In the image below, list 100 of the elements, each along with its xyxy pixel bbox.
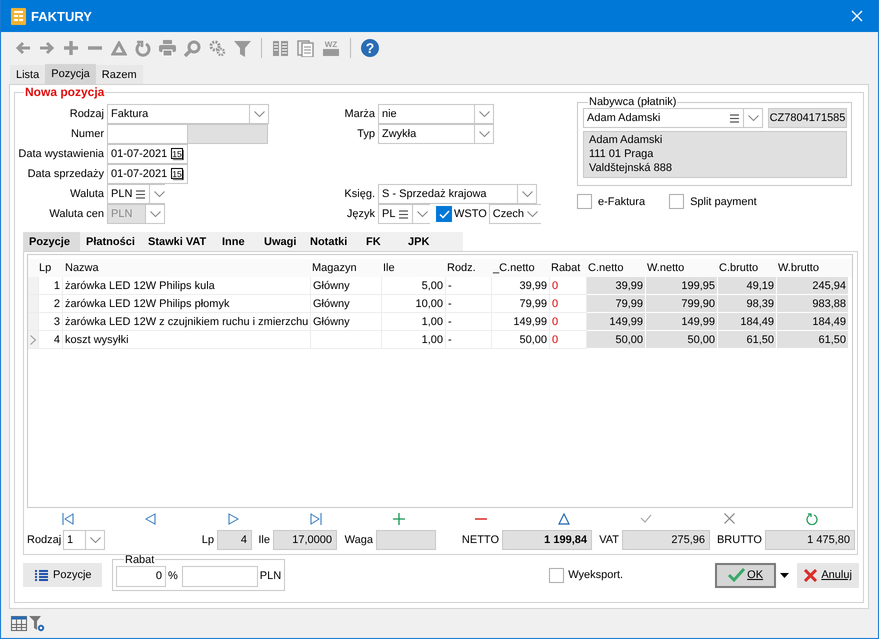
- ok-button[interactable]: OK: [715, 562, 776, 588]
- document-icon[interactable]: [297, 40, 314, 56]
- tab[interactable]: Płatności: [80, 232, 142, 251]
- table-cell: -: [446, 313, 492, 331]
- table-cell: żarówka LED 12W Philips kula: [63, 277, 311, 295]
- column-header[interactable]: _C.netto: [492, 259, 550, 277]
- tax-id-field: CZ7804171585: [768, 108, 847, 128]
- columns-document-icon[interactable]: [272, 40, 289, 56]
- column-header[interactable]: C.brutto: [718, 259, 777, 277]
- date-field[interactable]: 01-07-2021 15: [107, 164, 188, 184]
- previous-icon[interactable]: [145, 512, 156, 524]
- tab[interactable]: Inne: [216, 232, 258, 251]
- column-header[interactable]: Rodz.: [446, 259, 492, 277]
- list-icon[interactable]: [136, 190, 146, 198]
- list-icon[interactable]: [399, 210, 408, 218]
- table-cell: 149,99: [492, 313, 550, 331]
- table-icon[interactable]: [11, 616, 27, 631]
- number-field[interactable]: [107, 124, 188, 144]
- filter-icon[interactable]: [234, 40, 251, 56]
- calendar-icon[interactable]: 15: [171, 148, 184, 160]
- combo-box[interactable]: S - Sprzedaż krajowa: [378, 184, 537, 204]
- table-cell: 61,50: [718, 331, 777, 349]
- refresh-icon[interactable]: [806, 512, 818, 524]
- column-header[interactable]: Magazyn: [311, 259, 382, 277]
- triangle-icon[interactable]: [558, 512, 570, 524]
- table-cell: 1: [39, 277, 63, 295]
- lookup-field[interactable]: Adam Adamski: [583, 108, 763, 128]
- tab[interactable]: JPK: [402, 232, 463, 251]
- field-label: Marża: [343, 108, 375, 120]
- window-title: FAKTURY: [31, 8, 92, 24]
- checkbox[interactable]: [436, 206, 452, 222]
- tab[interactable]: FK: [360, 232, 402, 251]
- calendar-icon[interactable]: 15: [171, 168, 184, 180]
- lookup-field[interactable]: PLN: [107, 184, 165, 204]
- table-cell: 1,00: [382, 331, 446, 349]
- back-arrow-icon[interactable]: [15, 41, 31, 55]
- column-header[interactable]: Lp: [39, 259, 63, 277]
- tab[interactable]: Pozycje: [23, 232, 80, 251]
- lookup-field[interactable]: PL: [378, 204, 430, 224]
- first-record-icon[interactable]: [62, 512, 74, 524]
- unit-label: %: [168, 570, 178, 582]
- column-header[interactable]: Rabat: [550, 259, 587, 277]
- zoom-icon[interactable]: [184, 40, 201, 56]
- checkbox[interactable]: [577, 194, 592, 209]
- readonly-field: [376, 530, 436, 550]
- filter-settings-icon[interactable]: [29, 616, 46, 632]
- tab[interactable]: Lista: [10, 65, 46, 84]
- tab[interactable]: Razem: [96, 65, 143, 84]
- column-header[interactable]: C.netto: [587, 259, 646, 277]
- list-icon[interactable]: [730, 114, 739, 122]
- gears-icon[interactable]: [209, 40, 226, 56]
- tab[interactable]: Uwagi: [258, 232, 304, 251]
- column-header[interactable]: Nazwa: [63, 259, 311, 277]
- forward-arrow-icon[interactable]: [39, 41, 55, 55]
- column-header[interactable]: Ile: [382, 259, 446, 277]
- close-icon[interactable]: [851, 10, 863, 22]
- date-field[interactable]: 01-07-2021 15: [107, 144, 188, 164]
- table-cell: 79,99: [492, 295, 550, 313]
- combo-box[interactable]: Zwykła: [378, 124, 494, 144]
- help-icon[interactable]: ?: [361, 39, 379, 57]
- cancel-button[interactable]: Anuluj: [797, 562, 860, 588]
- table-cell: 149,99: [587, 313, 646, 331]
- readonly-field: 4: [217, 530, 252, 550]
- list-icon: [35, 570, 48, 580]
- table-cell: 2: [39, 295, 63, 313]
- table-cell: 3: [39, 313, 63, 331]
- combo-box[interactable]: Czech: [488, 204, 541, 224]
- triangle-icon[interactable]: [111, 40, 127, 56]
- plus-icon[interactable]: [63, 40, 79, 56]
- last-record-icon[interactable]: [310, 512, 322, 524]
- tab[interactable]: Notatki: [304, 232, 360, 251]
- plus-icon[interactable]: [392, 512, 405, 524]
- column-header[interactable]: W.netto: [646, 259, 718, 277]
- address-line: 111 01 Praga: [589, 147, 654, 161]
- check-icon[interactable]: [640, 514, 652, 523]
- caret-icon[interactable]: [780, 572, 790, 578]
- combo-box[interactable]: 1: [63, 530, 105, 550]
- row-indicator[interactable]: [28, 331, 39, 349]
- column-header[interactable]: W.brutto: [777, 259, 849, 277]
- positions-button[interactable]: Pozycje: [23, 563, 102, 587]
- minus-icon[interactable]: [87, 46, 103, 50]
- combo-box[interactable]: nie: [378, 104, 494, 124]
- checkbox[interactable]: [669, 194, 684, 209]
- printer-icon[interactable]: [159, 40, 176, 56]
- checkbox[interactable]: [549, 568, 564, 582]
- table-cell: 4: [39, 331, 63, 349]
- combo-box[interactable]: Faktura: [107, 104, 269, 124]
- table-cell: 50,00: [587, 331, 646, 349]
- tab[interactable]: Stawki VAT: [142, 232, 216, 251]
- field-label: NETTO: [462, 534, 499, 546]
- next-icon[interactable]: [228, 512, 239, 524]
- check-icon: [438, 210, 450, 218]
- refresh-icon[interactable]: [135, 40, 151, 56]
- minus-icon[interactable]: [475, 518, 488, 520]
- chevron-icon: [478, 111, 490, 117]
- percent-field[interactable]: 0: [116, 566, 166, 586]
- amount-field[interactable]: [182, 566, 258, 586]
- cross-icon[interactable]: [724, 513, 735, 524]
- table-cell: 50,00: [492, 331, 550, 349]
- tab[interactable]: Pozycja: [45, 64, 96, 84]
